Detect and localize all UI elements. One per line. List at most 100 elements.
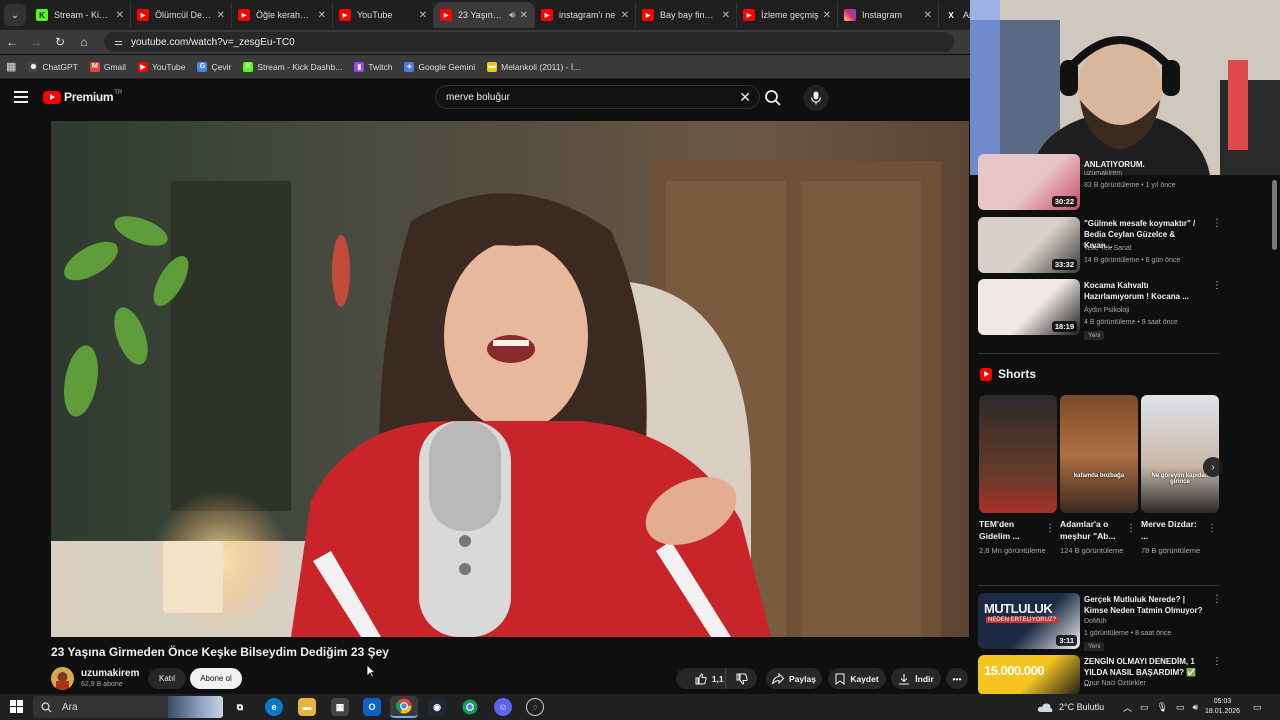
browser-tab[interactable]: K Stream - Kick D ✕ [30,2,131,28]
bookmark-item[interactable]: K Stream - Kick Dashb... [243,61,342,72]
save-button[interactable]: Kaydet [828,668,886,689]
video-thumbnail[interactable]: 33:32 [978,217,1080,273]
bookmark-item[interactable]: ▬ Melankoli (2011) - İ... [487,61,580,72]
edge-icon[interactable]: e [265,698,283,716]
more-options-icon[interactable]: ⋮ [1207,523,1217,534]
more-options-icon[interactable]: ⋮ [1212,595,1222,605]
recommendation-channel[interactable]: DoMüh [1084,618,1107,625]
clear-search-icon[interactable]: ✕ [739,89,751,106]
bookmark-item[interactable]: ▶ YouTube [138,61,185,72]
dislike-button[interactable] [725,668,757,689]
browser-tab[interactable]: ▶ Bay bay finalle ✕ [636,2,737,28]
more-options-icon[interactable]: ⋮ [1126,523,1136,534]
tray-app-icon[interactable]: ▭ [1140,702,1149,713]
browser-tab[interactable]: ▶ instagram'ı ne ✕ [535,2,636,28]
reload-icon[interactable]: ↻ [48,35,72,49]
close-tab-icon[interactable]: ✕ [318,10,326,21]
bookmark-item[interactable]: M Gmail [89,61,126,72]
chrome-profile-icon[interactable] [461,698,479,716]
close-tab-icon[interactable]: ✕ [116,10,124,21]
windows-start-icon[interactable] [10,700,23,713]
short-item[interactable]: TEM'den Gidelim ... 2,8 Mn görüntüleme ⋮ [979,395,1057,556]
chrome-taskbar-button[interactable] [390,696,418,718]
video-thumbnail[interactable]: 30:22 [978,154,1080,210]
bookmark-item[interactable]: ▮ Twitch [354,61,392,72]
recommendation-channel[interactable]: Onur Naci Öztürkler [1084,680,1146,687]
recommendation-item[interactable]: 15.000.000 ZENGİN OLMAYI DENEDİM, 1 YILDA… [978,655,1222,695]
share-button[interactable]: Paylaş [766,668,822,689]
more-options-icon[interactable]: ⋮ [1212,156,1222,166]
outlook-icon[interactable]: O [363,698,381,716]
browser-tab[interactable]: ▶ İzleme geçmiş ✕ [737,2,838,28]
apps-icon[interactable]: ▦ [6,60,16,73]
more-actions-icon[interactable]: ••• [946,668,968,689]
close-tab-icon[interactable]: ✕ [823,10,831,21]
bookmark-item[interactable]: G Çevir [197,61,231,72]
browser-tab[interactable]: ▶ YouTube ✕ [333,2,434,28]
clock[interactable]: 05:03 18.01.2026 [1205,694,1240,720]
recommendation-channel[interactable]: uzumakirem [1084,170,1122,177]
audio-playing-icon[interactable]: 🔊︎ [509,10,515,21]
forward-icon[interactable]: → [24,35,48,49]
more-options-icon[interactable]: ⋮ [1212,657,1222,667]
short-thumbnail[interactable]: kafamda bozbağa [1060,395,1138,513]
recommendation-channel[interactable]: Aydın Psikoloji [1084,307,1129,314]
video-thumbnail[interactable]: 18:19 [978,279,1080,335]
download-button[interactable]: İndir [891,668,941,689]
browser-tab[interactable]: ▶ 23 Yaşına G 🔊︎ ✕ [434,2,535,28]
search-icon[interactable] [763,88,783,108]
shorts-next-arrow-icon[interactable]: › [1203,457,1223,477]
recommendation-channel[interactable]: Teke Tek Sanat [1084,245,1132,252]
bookmark-item[interactable]: ✺ ChatGPT [28,61,78,72]
close-tab-icon[interactable]: ✕ [722,10,730,21]
microphone-icon[interactable]: 🎙︎ [1157,702,1168,713]
discord-icon[interactable]: ☺ [494,698,512,716]
network-icon[interactable]: ▭ [1176,702,1185,713]
back-icon[interactable]: ← [0,35,24,49]
more-options-icon[interactable]: ⋮ [1212,281,1222,291]
taskbar-search-box[interactable]: Ara [33,696,223,718]
more-options-icon[interactable]: ⋮ [1212,219,1222,229]
subscribe-button[interactable]: Abone ol [190,668,242,689]
browser-tab[interactable]: ▶ Ölümcül Deney ✕ [131,2,232,28]
notifications-icon[interactable]: ▭ [1253,694,1262,720]
short-item[interactable]: kafamda bozbağa Adamlar'a o meşhur "Ab...… [1060,395,1138,556]
close-tab-icon[interactable]: ✕ [520,10,528,21]
close-tab-icon[interactable]: ✕ [924,10,932,21]
browser-tab[interactable]: ▶ Öğle kerahat v ✕ [232,2,333,28]
recommendation-item[interactable]: MUTLULUK NEDEN ERTELİYORUZ? 3:11 Gerçek Mut… [978,593,1222,651]
tray-overflow-icon[interactable]: ︿ [1123,701,1132,714]
close-tab-icon[interactable]: ✕ [621,10,629,21]
close-tab-icon[interactable]: ✕ [217,10,225,21]
volume-icon[interactable]: 🔊︎ [1192,702,1198,713]
menu-icon[interactable] [14,91,28,103]
site-info-icon[interactable]: ⚌ [114,37,123,48]
video-thumbnail[interactable]: MUTLULUK NEDEN ERTELİYORUZ? 3:11 [978,593,1080,649]
join-button[interactable]: Katıl [148,668,186,689]
recommendation-item[interactable]: 30:22 ANLATIYORUM. uzumakirem 83 B görüntül… [978,154,1222,212]
task-view-icon[interactable]: ⧉ [231,698,249,716]
channel-name[interactable]: uzumakirem [81,668,139,679]
channel-avatar[interactable] [51,667,74,690]
tab-search-button[interactable]: ⌄ [4,4,26,26]
search-input[interactable]: merve boluğur ✕ [435,85,760,109]
recommendation-item[interactable]: 18:19 Kocama Kahvaltı Hazırlamıyorum ! Ko… [978,279,1222,340]
home-icon[interactable]: ⌂ [72,35,96,49]
sidebar-scrollbar[interactable] [1272,180,1277,250]
youtube-premium-logo[interactable]: Premium TR [43,90,122,104]
close-tab-icon[interactable]: ✕ [419,10,427,21]
file-explorer-icon[interactable]: ▬ [298,698,316,716]
short-thumbnail[interactable]: Ne göreyim kapıdan girince [1141,395,1219,513]
more-options-icon[interactable]: ⋮ [1045,523,1055,534]
voice-search-button[interactable] [803,85,829,111]
url-field[interactable]: ⚌ youtube.com/watch?v=_zesgEu-TC0 [104,32,954,52]
video-player[interactable] [51,121,969,637]
short-thumbnail[interactable] [979,395,1057,513]
recommendation-item[interactable]: 33:32 "Gülmek mesafe koymaktır" / Bedia C… [978,217,1222,275]
steam-icon[interactable]: ◉ [428,698,446,716]
bookmark-item[interactable]: ✦ Google Gemini [404,61,475,72]
weather-widget[interactable]: 2°C Bulutlu [1037,694,1104,720]
obs-icon[interactable]: ◌ [526,698,544,716]
microsoft-store-icon[interactable]: ▦ [331,698,349,716]
video-thumbnail[interactable]: 15.000.000 [978,655,1080,695]
